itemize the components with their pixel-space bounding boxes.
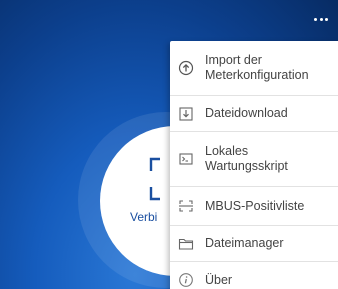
dot-icon	[325, 17, 328, 21]
download-icon	[178, 106, 194, 122]
app-screen: Verbi Import der Meterkonfiguration Date…	[0, 0, 338, 289]
menu-item-file-download[interactable]: Dateidownload	[170, 96, 338, 132]
info-icon	[178, 272, 194, 288]
menu-item-mbus-positive-list[interactable]: MBUS-Positivliste	[170, 187, 338, 226]
terminal-icon	[178, 151, 194, 167]
menu-item-local-maintenance-script[interactable]: Lokales Wartungsskript	[170, 132, 338, 187]
connect-label: Verbi	[130, 210, 158, 224]
menu-item-file-manager[interactable]: Dateimanager	[170, 226, 338, 262]
overflow-menu-button[interactable]	[314, 14, 328, 24]
folder-icon	[178, 236, 194, 252]
menu-item-label: Dateidownload	[205, 106, 288, 120]
menu-item-label: Über	[205, 272, 233, 287]
menu-item-about[interactable]: Über	[170, 262, 338, 289]
menu-item-label: Lokales Wartungsskript	[205, 144, 288, 173]
upload-circle-icon	[178, 60, 194, 76]
menu-item-label: MBUS-Positivliste	[205, 198, 305, 213]
menu-item-import-meter-config[interactable]: Import der Meterkonfiguration	[170, 41, 338, 96]
menu-item-label: Import der Meterkonfiguration	[205, 53, 309, 82]
scan-bracket-icon	[178, 198, 194, 214]
dot-icon	[319, 17, 323, 21]
dot-icon	[314, 17, 317, 21]
overflow-menu: Import der Meterkonfiguration Dateidownl…	[170, 41, 338, 289]
menu-item-label: Dateimanager	[205, 236, 284, 250]
scan-bracket-icon	[149, 157, 160, 201]
